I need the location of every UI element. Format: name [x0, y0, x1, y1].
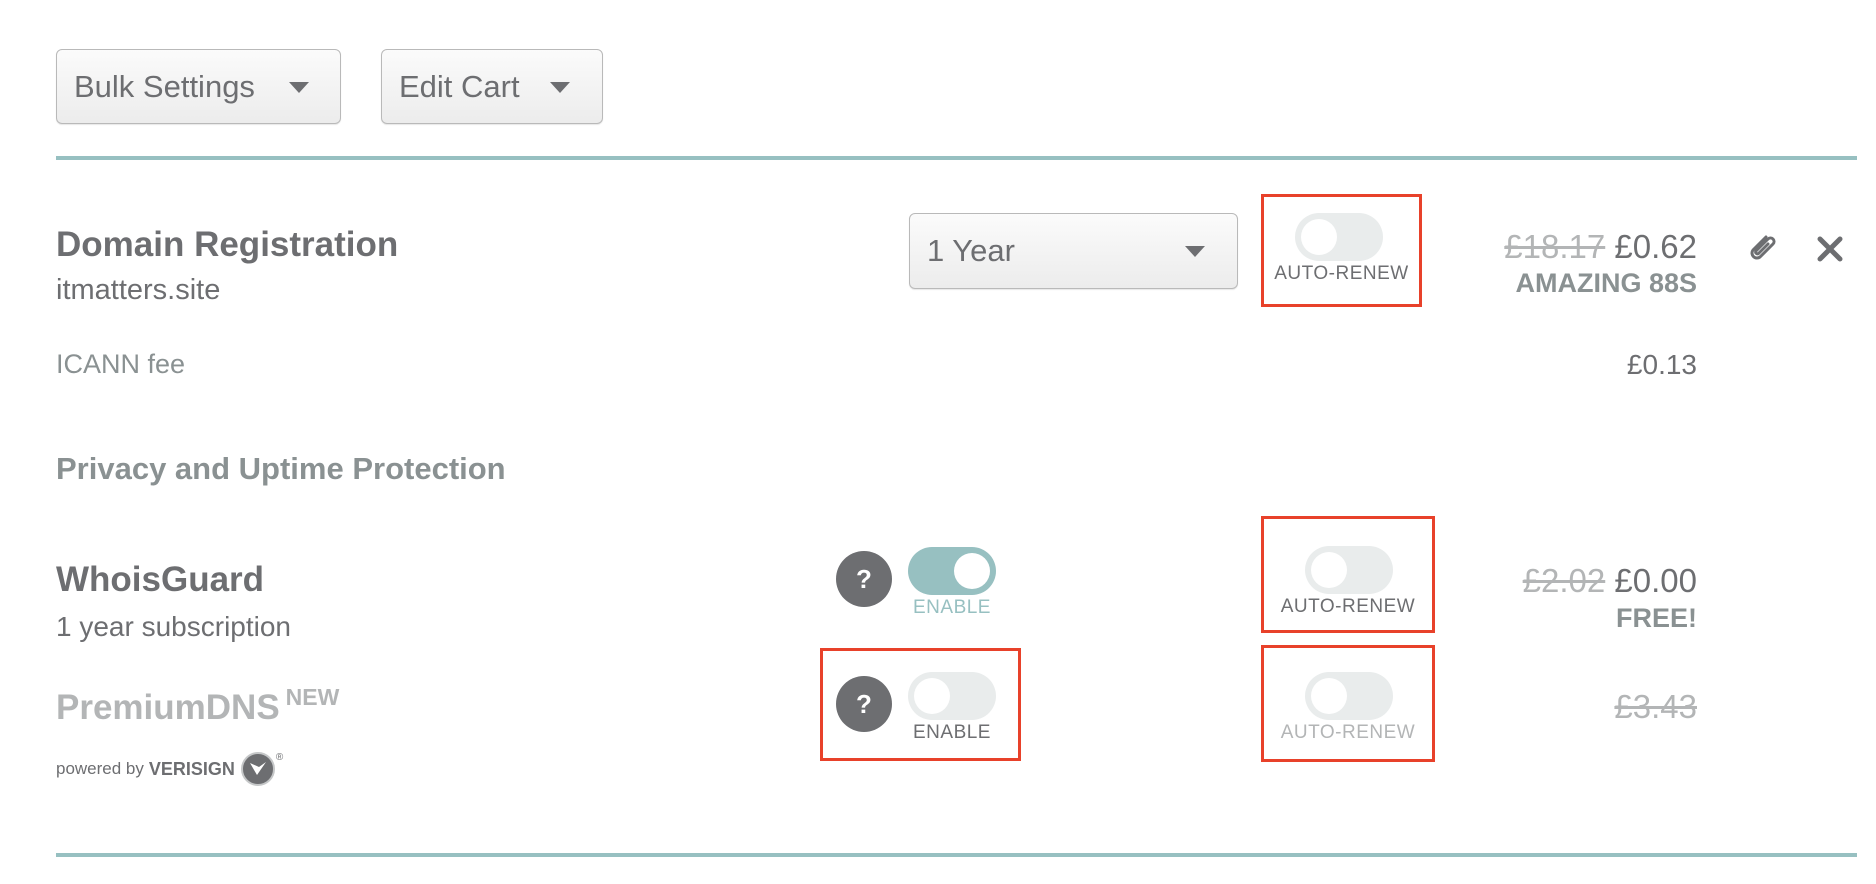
premiumdns-title: PremiumDNS NEW: [56, 684, 339, 728]
verisign-logo-icon: [240, 752, 275, 786]
whoisguard-subtitle: 1 year subscription: [56, 611, 292, 642]
toggle-knob: [1301, 219, 1337, 255]
premiumdns-auto-renew-label: AUTO-RENEW: [1280, 722, 1416, 743]
registration-term-select[interactable]: 1 Year: [909, 213, 1238, 289]
whoisguard-price: £2.02 £0.00: [1523, 562, 1697, 600]
edit-cart-dropdown[interactable]: Edit Cart: [381, 49, 603, 124]
whoisguard-enable-label: ENABLE: [913, 597, 991, 618]
caret-down-icon: [1185, 246, 1205, 257]
bulk-settings-label: Bulk Settings: [74, 68, 255, 104]
whoisguard-enable-toggle[interactable]: [908, 547, 996, 595]
new-badge: NEW: [285, 684, 340, 710]
icann-fee-label: ICANN fee: [56, 349, 186, 379]
domain-registration-title: Domain Registration: [56, 225, 399, 264]
whoisguard-title: WhoisGuard: [56, 560, 265, 599]
powered-by-text: powered by: [56, 759, 144, 778]
premiumdns-enable-toggle[interactable]: [908, 672, 996, 720]
registered-mark: ®: [275, 752, 284, 763]
toggle-knob: [914, 678, 950, 714]
toggle-knob: [1311, 678, 1347, 714]
remove-item-icon[interactable]: [1816, 235, 1844, 263]
domain-auto-renew-toggle[interactable]: [1295, 213, 1383, 261]
paperclip-icon[interactable]: [1744, 230, 1780, 266]
verisign-wordmark: VERISIGN: [148, 758, 235, 779]
domain-auto-renew-label: AUTO-RENEW: [1274, 263, 1409, 284]
registration-term-value: 1 Year: [927, 233, 1015, 268]
privacy-section-heading: Privacy and Uptime Protection: [56, 451, 506, 486]
edit-cart-label: Edit Cart: [399, 68, 520, 104]
caret-down-icon: [550, 82, 570, 93]
domain-name: itmatters.site: [56, 274, 221, 306]
premiumdns-original-price: £3.43: [1614, 688, 1697, 725]
premiumdns-enable-label: ENABLE: [913, 722, 991, 743]
domain-current-price: £0.62: [1614, 228, 1697, 265]
whoisguard-current-price: £0.00: [1614, 562, 1697, 599]
premiumdns-name: PremiumDNS: [56, 688, 280, 727]
bottom-divider: [56, 853, 1857, 857]
domain-promo-code: AMAZING 88S: [1515, 268, 1697, 298]
domain-original-price: £18.17: [1504, 228, 1606, 265]
whoisguard-help-icon[interactable]: ?: [836, 551, 892, 607]
whoisguard-original-price: £2.02: [1522, 562, 1606, 599]
premiumdns-help-icon[interactable]: ?: [836, 676, 892, 732]
toggle-knob: [1311, 552, 1347, 588]
premiumdns-auto-renew-toggle[interactable]: [1305, 672, 1393, 720]
top-divider: [56, 156, 1857, 160]
icann-fee-price: £0.13: [1626, 349, 1697, 380]
caret-down-icon: [289, 82, 309, 93]
verisign-attribution: powered by VERISIGN ®: [56, 752, 283, 786]
toggle-knob: [954, 553, 990, 589]
whoisguard-auto-renew-toggle[interactable]: [1305, 546, 1393, 594]
bulk-settings-dropdown[interactable]: Bulk Settings: [56, 49, 341, 124]
whoisguard-promo: FREE!: [1616, 603, 1697, 633]
premiumdns-price: £3.43: [1614, 688, 1697, 726]
whoisguard-auto-renew-label: AUTO-RENEW: [1280, 596, 1416, 617]
domain-price: £18.17 £0.62: [1504, 228, 1697, 266]
